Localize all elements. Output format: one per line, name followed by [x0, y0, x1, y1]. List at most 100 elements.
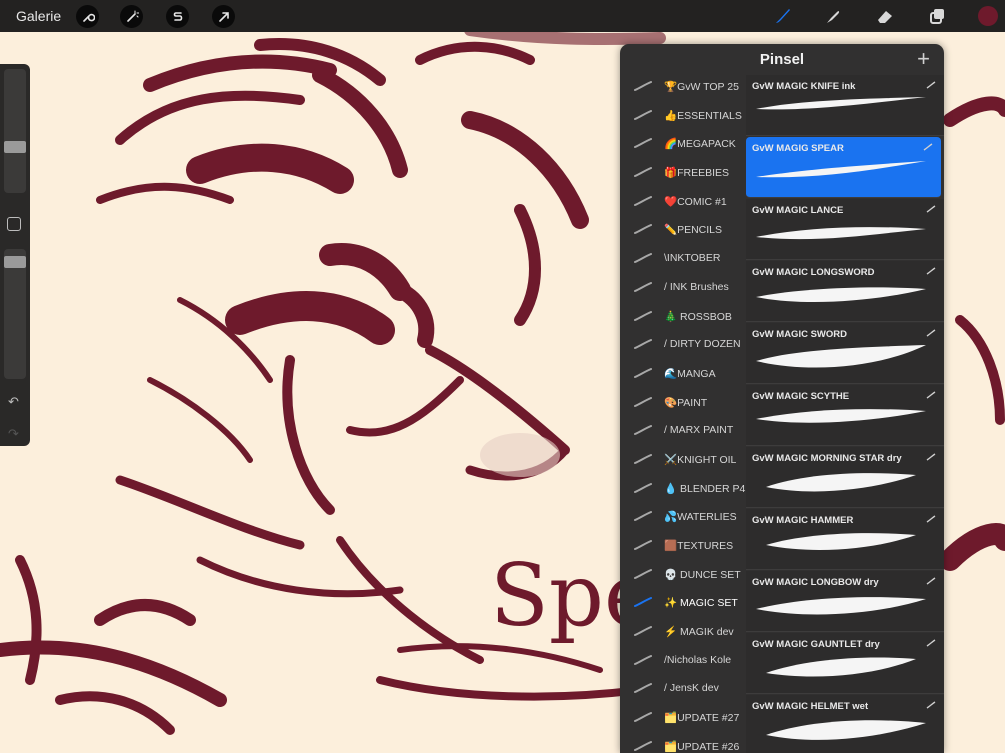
- brush-name: GvW MAGIC SWORD: [752, 329, 847, 340]
- brush-name: GvW MAGIC MORNING STAR dry: [752, 453, 902, 464]
- brush-item[interactable]: GvW MAGIC HAMMER: [746, 509, 944, 570]
- brush-set-item[interactable]: ✨ MAGIC SET: [620, 588, 746, 617]
- brush-name: GvW MAGIC HELMET wet: [752, 701, 869, 712]
- brush-set-label: 🏆GvW TOP 25: [664, 81, 739, 93]
- brush-set-thumbnail-icon: [634, 167, 652, 178]
- add-brush-set-button[interactable]: +: [917, 46, 930, 72]
- brush-item[interactable]: GvW MAGIC HELMET wet: [746, 695, 944, 753]
- brush-set-item[interactable]: 🗂️UPDATE #26: [620, 732, 746, 753]
- brush-set-label: ✨ MAGIC SET: [664, 597, 738, 610]
- brush-stroke-preview: [756, 97, 926, 110]
- brush-set-item[interactable]: 🎄 ROSSBOB: [620, 302, 746, 331]
- brush-set-item[interactable]: \INKTOBER: [620, 244, 746, 273]
- brush-set-thumbnail-icon: [634, 712, 652, 723]
- brush-stroke-preview: [766, 657, 916, 677]
- redo-icon[interactable]: ↷: [8, 426, 19, 442]
- brush-set-item[interactable]: 👍ESSENTIALS: [620, 101, 746, 130]
- brush-set-item[interactable]: 💧 BLENDER P4: [620, 474, 746, 503]
- brush-name: GvW MAGIC KNIFE ink: [752, 81, 856, 92]
- brush-stroke-preview: [766, 473, 916, 492]
- brush-item[interactable]: GvW MAGIC GAUNTLET dry: [746, 633, 944, 694]
- brush-item[interactable]: GvW MAGIC LONGSWORD: [746, 261, 944, 322]
- brush-signature-icon: [926, 267, 936, 275]
- eyedropper-square-button[interactable]: [7, 217, 21, 231]
- brush-signature-icon: [926, 391, 936, 399]
- brush-set-item[interactable]: ✏️PENCILS: [620, 215, 746, 244]
- brush-item[interactable]: GvW MAGIC SCYTHE: [746, 385, 944, 446]
- brush-set-item[interactable]: 🎨PAINT: [620, 388, 746, 417]
- panel-title: Pinsel: [759, 51, 805, 68]
- brush-set-thumbnail-icon: [634, 511, 652, 522]
- top-toolbar: Galerie: [0, 0, 1005, 32]
- brush-set-label: 💧 BLENDER P4: [664, 482, 746, 495]
- brush-size-slider[interactable]: [4, 69, 26, 193]
- brush-stroke-preview: [756, 287, 926, 303]
- brush-item[interactable]: GvW MAGIG SPEAR: [746, 137, 941, 198]
- brush-set-label: \INKTOBER: [664, 252, 721, 265]
- brush-set-item[interactable]: 🗂️UPDATE #27: [620, 703, 746, 732]
- brush-set-item[interactable]: / DIRTY DOZEN: [620, 330, 746, 359]
- brush-set-thumbnail-icon: [634, 626, 652, 637]
- brush-set-item[interactable]: 🎁FREEBIES: [620, 158, 746, 187]
- brush-set-label: / INK Brushes: [664, 280, 729, 293]
- brush-set-thumbnail-icon: [634, 310, 652, 321]
- brush-set-thumbnail-icon: [634, 339, 652, 350]
- brush-item[interactable]: GvW MAGIC LONGBOW dry: [746, 571, 944, 632]
- brush-set-label: 💦WATERLIES: [664, 511, 737, 524]
- brush-stroke-preview: [766, 533, 916, 550]
- brush-item[interactable]: GvW MAGIC KNIFE ink: [746, 75, 944, 136]
- brush-set-item[interactable]: 🏆GvW TOP 25: [620, 72, 746, 101]
- brush-name: GvW MAGIG SPEAR: [752, 143, 844, 154]
- selection-icon[interactable]: [166, 5, 189, 28]
- brush-name: GvW MAGIC LANCE: [752, 205, 844, 216]
- brush-set-item[interactable]: /Nicholas Kole: [620, 646, 746, 675]
- brush-set-label: ❤️COMIC #1: [664, 195, 727, 208]
- brush-stroke-preview: [756, 227, 926, 240]
- brush-set-thumbnail-icon: [634, 482, 652, 493]
- brush-signature-icon: [926, 81, 936, 89]
- brush-set-item[interactable]: / INK Brushes: [620, 273, 746, 302]
- brush-name: GvW MAGIC LONGSWORD: [752, 267, 875, 278]
- brush-set-label: / DIRTY DOZEN: [664, 338, 741, 351]
- brush-stroke-preview: [756, 161, 926, 178]
- brush-set-item[interactable]: / MARX PAINT: [620, 416, 746, 445]
- brush-set-item[interactable]: / JensK dev: [620, 674, 746, 703]
- brush-name: GvW MAGIC LONGBOW dry: [752, 577, 879, 588]
- brush-item[interactable]: GvW MAGIC LANCE: [746, 199, 944, 260]
- opacity-slider[interactable]: [4, 249, 26, 379]
- undo-icon[interactable]: ↶: [8, 394, 19, 410]
- brush-set-item[interactable]: 🌊MANGA: [620, 359, 746, 388]
- layers-icon[interactable]: [925, 4, 949, 28]
- transform-arrow-icon[interactable]: [212, 5, 235, 28]
- brush-set-label: ⚔️KNIGHT OIL: [664, 453, 737, 466]
- brush-set-item[interactable]: ⚡ MAGIK dev: [620, 617, 746, 646]
- brush-set-item[interactable]: ❤️COMIC #1: [620, 187, 746, 216]
- magic-wand-icon[interactable]: [120, 5, 143, 28]
- brush-signature-icon: [926, 577, 936, 585]
- brush-set-thumbnail-icon: [634, 683, 652, 694]
- eraser-icon[interactable]: [873, 4, 897, 28]
- brush-signature-icon: [926, 639, 936, 647]
- opacity-handle[interactable]: [4, 256, 26, 268]
- brush-item[interactable]: GvW MAGIC MORNING STAR dry: [746, 447, 944, 508]
- brush-name: GvW MAGIC GAUNTLET dry: [752, 639, 880, 650]
- brush-set-item[interactable]: 💀 DUNCE SET: [620, 560, 746, 589]
- brush-set-label: 👍ESSENTIALS: [664, 109, 742, 122]
- brush-set-item[interactable]: 💦WATERLIES: [620, 502, 746, 531]
- brush-item[interactable]: GvW MAGIC SWORD: [746, 323, 944, 384]
- brush-size-handle[interactable]: [4, 141, 26, 153]
- wrench-icon[interactable]: [76, 5, 99, 28]
- current-color-swatch[interactable]: [978, 6, 998, 26]
- brush-set-item[interactable]: ⚔️KNIGHT OIL: [620, 445, 746, 474]
- brush-set-thumbnail-icon: [634, 654, 652, 665]
- brush-set-thumbnail-icon: [634, 281, 652, 292]
- brush-set-label: 🌈MEGAPACK: [664, 138, 736, 151]
- brush-set-item[interactable]: 🌈MEGAPACK: [620, 129, 746, 158]
- brush-set-label: /Nicholas Kole: [664, 653, 732, 666]
- gallery-button[interactable]: Galerie: [16, 8, 61, 24]
- brush-set-label: 🟫TEXTURES: [664, 540, 734, 552]
- smudge-icon[interactable]: [821, 4, 845, 28]
- brush-set-item[interactable]: 🟫TEXTURES: [620, 531, 746, 560]
- brush-icon[interactable]: [771, 4, 795, 28]
- brush-set-thumbnail-icon: [634, 425, 652, 436]
